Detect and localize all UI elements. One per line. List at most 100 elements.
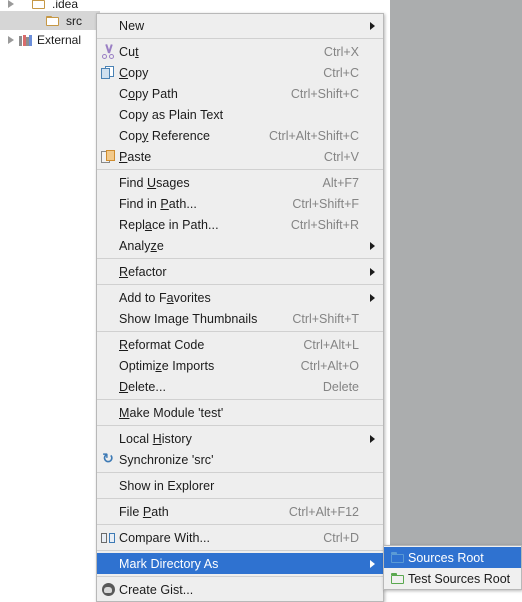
menu-item-optimize-imports[interactable]: Optimize Imports Ctrl+Alt+O	[97, 355, 383, 376]
menu-item-shortcut: Ctrl+X	[323, 44, 359, 59]
menu-item-label: Find Usages	[119, 175, 190, 190]
submenu-arrow-slot	[365, 41, 377, 62]
menu-item-copy[interactable]: Copy Ctrl+C	[97, 62, 383, 83]
desktop-backdrop	[390, 0, 522, 590]
compare-icon	[101, 530, 116, 545]
tree-item-src[interactable]: src	[0, 11, 100, 30]
menu-separator	[97, 399, 383, 400]
menu-icon-slot	[97, 193, 119, 214]
menu-item-compare-with[interactable]: Compare With... Ctrl+D	[97, 527, 383, 548]
submenu-arrow-slot	[365, 146, 377, 167]
submenu-arrow-slot	[365, 104, 377, 125]
menu-item-label: Delete...	[119, 379, 167, 394]
submenu-arrow-slot	[365, 62, 377, 83]
menu-item-label: Local History	[119, 431, 192, 446]
menu-item-label: Add to Favorites	[119, 290, 211, 305]
menu-item-add-to-favorites[interactable]: Add to Favorites	[97, 287, 383, 308]
submenu-arrow-slot	[365, 172, 377, 193]
menu-icon-slot	[97, 376, 119, 397]
menu-icon-slot	[97, 402, 119, 423]
submenu-item-sources-root[interactable]: Sources Root	[384, 547, 521, 568]
menu-item-label: Find in Path...	[119, 196, 197, 211]
menu-item-new[interactable]: New	[97, 15, 383, 36]
submenu-arrow-slot	[365, 475, 377, 496]
submenu-arrow-icon	[365, 15, 377, 36]
menu-item-delete[interactable]: Delete... Delete	[97, 376, 383, 397]
menu-item-find-usages[interactable]: Find Usages Alt+F7	[97, 172, 383, 193]
menu-item-label: Reformat Code	[119, 337, 205, 352]
menu-item-shortcut: Ctrl+Shift+F	[292, 196, 359, 211]
menu-item-label: File Path	[119, 504, 169, 519]
menu-item-label: Cut	[119, 44, 139, 59]
menu-item-paste[interactable]: Paste Ctrl+V	[97, 146, 383, 167]
menu-icon-slot	[97, 214, 119, 235]
menu-item-shortcut: Ctrl+Alt+L	[303, 337, 359, 352]
menu-separator	[97, 472, 383, 473]
menu-item-copy-as-plain-text[interactable]: Copy as Plain Text	[97, 104, 383, 125]
menu-item-file-path[interactable]: File Path Ctrl+Alt+F12	[97, 501, 383, 522]
menu-item-replace-in-path[interactable]: Replace in Path... Ctrl+Shift+R	[97, 214, 383, 235]
menu-item-shortcut: Ctrl+C	[323, 65, 359, 80]
menu-icon-slot	[97, 261, 119, 282]
menu-item-reformat-code[interactable]: Reformat Code Ctrl+Alt+L	[97, 334, 383, 355]
submenu-item-test-sources-root[interactable]: Test Sources Root	[384, 568, 521, 589]
menu-separator	[97, 498, 383, 499]
cut-icon	[101, 44, 116, 59]
submenu-arrow-icon	[365, 428, 377, 449]
tree-item-label: src	[66, 13, 82, 28]
menu-separator	[97, 169, 383, 170]
menu-icon-slot	[97, 527, 119, 548]
chevron-right-icon[interactable]	[6, 35, 16, 45]
menu-item-label: Show Image Thumbnails	[119, 311, 258, 326]
submenu-arrow-slot	[365, 449, 377, 470]
menu-item-shortcut: Delete	[322, 379, 359, 394]
menu-item-shortcut: Alt+F7	[322, 175, 359, 190]
menu-separator	[97, 550, 383, 551]
tree-item-label: External	[37, 32, 82, 47]
menu-item-show-in-explorer[interactable]: Show in Explorer	[97, 475, 383, 496]
menu-icon-slot	[97, 41, 119, 62]
menu-item-make-module[interactable]: Make Module 'test'	[97, 402, 383, 423]
menu-item-local-history[interactable]: Local History	[97, 428, 383, 449]
menu-icon-slot	[97, 83, 119, 104]
menu-item-mark-directory-as[interactable]: Mark Directory As	[97, 553, 383, 574]
menu-icon-slot	[97, 146, 119, 167]
menu-item-shortcut: Ctrl+Alt+O	[300, 358, 359, 373]
menu-item-shortcut: Ctrl+Alt+F12	[288, 504, 359, 519]
menu-item-copy-reference[interactable]: Copy Reference Ctrl+Alt+Shift+C	[97, 125, 383, 146]
menu-item-label: Make Module 'test'	[119, 405, 224, 420]
menu-item-synchronize[interactable]: ↻ Synchronize 'src'	[97, 449, 383, 470]
folder-icon	[32, 0, 47, 10]
folder-icon	[46, 15, 61, 27]
menu-item-label: Mark Directory As	[119, 556, 219, 571]
menu-item-label: Analyze	[119, 238, 164, 253]
paste-icon	[101, 149, 116, 164]
menu-icon-slot	[97, 235, 119, 256]
submenu-arrow-icon	[365, 235, 377, 256]
menu-item-find-in-path[interactable]: Find in Path... Ctrl+Shift+F	[97, 193, 383, 214]
menu-item-refactor[interactable]: Refactor	[97, 261, 383, 282]
menu-item-label: Refactor	[119, 264, 167, 279]
menu-icon-slot	[97, 172, 119, 193]
menu-item-show-image-thumbnails[interactable]: Show Image Thumbnails Ctrl+Shift+T	[97, 308, 383, 329]
menu-item-label: Copy Path	[119, 86, 178, 101]
menu-separator	[97, 524, 383, 525]
menu-item-shortcut: Ctrl+D	[323, 530, 359, 545]
submenu-item-label: Test Sources Root	[408, 571, 511, 586]
menu-item-analyze[interactable]: Analyze	[97, 235, 383, 256]
chevron-right-icon[interactable]	[6, 0, 16, 9]
submenu-arrow-icon	[365, 287, 377, 308]
submenu-arrow-slot	[365, 83, 377, 104]
menu-item-label: Copy as Plain Text	[119, 107, 224, 122]
tree-item-external[interactable]: External	[0, 30, 100, 49]
folder-green-icon	[388, 573, 408, 584]
menu-item-copy-path[interactable]: Copy Path Ctrl+Shift+C	[97, 83, 383, 104]
menu-item-label: Compare With...	[119, 530, 211, 545]
submenu-arrow-icon	[365, 261, 377, 282]
folder-blue-icon	[388, 552, 408, 563]
menu-item-label: Paste	[119, 149, 152, 164]
menu-item-label: Replace in Path...	[119, 217, 219, 232]
menu-item-cut[interactable]: Cut Ctrl+X	[97, 41, 383, 62]
menu-item-label: Copy	[119, 65, 149, 80]
